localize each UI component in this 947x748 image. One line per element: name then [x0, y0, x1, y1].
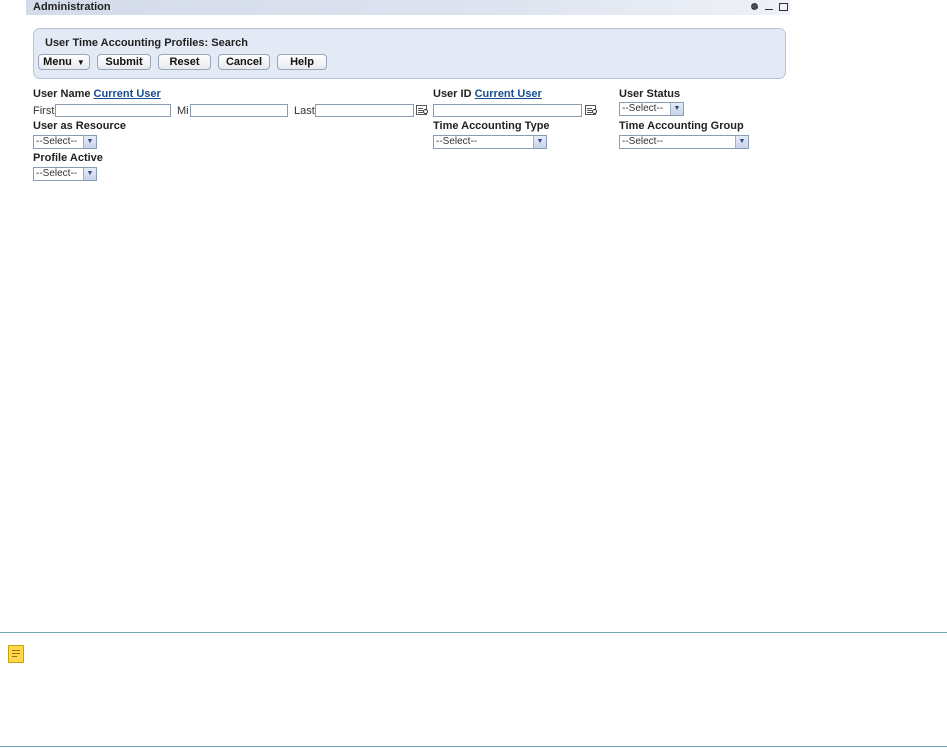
user-id-lookup-icon[interactable]	[585, 105, 597, 115]
reset-button[interactable]: Reset	[158, 54, 211, 70]
user-id-input[interactable]	[433, 104, 582, 117]
menu-button-label: Menu	[43, 56, 72, 68]
user-name-field-label: User Name Current User	[33, 88, 161, 100]
submit-button[interactable]: Submit	[97, 54, 151, 70]
portlet-title-bar: Administration	[26, 0, 790, 15]
time-accounting-group-select[interactable]: --Select-- ▼	[619, 135, 749, 149]
gear-icon[interactable]	[750, 2, 760, 12]
help-button[interactable]: Help	[277, 54, 327, 70]
menu-arrow-icon: ▼	[76, 57, 85, 67]
time-accounting-group-label: Time Accounting Group	[619, 120, 744, 132]
maximize-icon[interactable]	[778, 2, 788, 12]
mi-input[interactable]	[190, 104, 288, 117]
chevron-down-icon: ▼	[83, 168, 96, 180]
user-name-label: User Name	[33, 88, 91, 100]
button-bar: Menu ▼ Submit Reset Cancel Help	[38, 54, 334, 70]
chevron-down-icon: ▼	[83, 136, 96, 148]
user-as-resource-select[interactable]: --Select-- ▼	[33, 135, 97, 149]
user-status-selected-value: --Select--	[622, 103, 664, 114]
menu-button[interactable]: Menu ▼	[38, 54, 90, 70]
cancel-button[interactable]: Cancel	[218, 54, 270, 70]
user-id-field-label: User ID Current User	[433, 88, 542, 100]
profile-active-selected-value: --Select--	[36, 168, 78, 179]
user-status-select[interactable]: --Select-- ▼	[619, 102, 684, 116]
user-as-resource-selected-value: --Select--	[36, 136, 78, 147]
user-name-current-user-link[interactable]: Current User	[94, 88, 161, 100]
first-name-input[interactable]	[55, 104, 171, 117]
time-accounting-group-selected-value: --Select--	[622, 136, 664, 147]
last-name-input[interactable]	[315, 104, 414, 117]
user-id-label: User ID	[433, 88, 472, 100]
time-accounting-type-selected-value: --Select--	[436, 136, 478, 147]
mi-label: Mi	[177, 105, 189, 117]
time-accounting-type-select[interactable]: --Select-- ▼	[433, 135, 547, 149]
time-accounting-type-label: Time Accounting Type	[433, 120, 550, 132]
user-as-resource-label: User as Resource	[33, 120, 126, 132]
user-status-label: User Status	[619, 88, 681, 100]
user-id-current-user-link[interactable]: Current User	[475, 88, 542, 100]
profile-active-select[interactable]: --Select-- ▼	[33, 167, 97, 181]
search-panel: User Time Accounting Profiles: Search Me…	[33, 28, 786, 79]
profile-active-label: Profile Active	[33, 152, 103, 164]
top-divider	[0, 632, 947, 633]
chevron-down-icon: ▼	[735, 136, 748, 148]
minimize-icon[interactable]	[764, 2, 774, 12]
chevron-down-icon: ▼	[533, 136, 546, 148]
search-panel-title: User Time Accounting Profiles: Search	[45, 37, 248, 49]
bottom-divider	[0, 746, 947, 747]
note-icon[interactable]	[8, 645, 24, 663]
last-name-label: Last	[294, 105, 315, 117]
user-name-lookup-icon[interactable]	[416, 105, 428, 115]
chevron-down-icon: ▼	[670, 103, 683, 115]
window-controls	[750, 2, 788, 12]
first-name-label: First	[33, 105, 55, 117]
portlet-title: Administration	[33, 1, 111, 13]
